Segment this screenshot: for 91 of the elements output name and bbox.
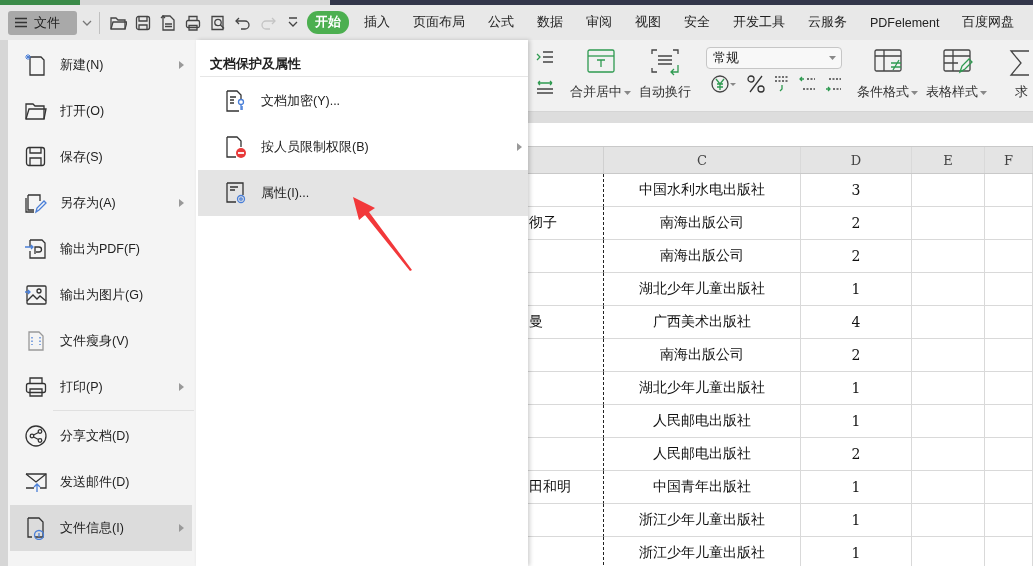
- ribbon-tab[interactable]: PDFelement: [862, 12, 948, 33]
- table-cell: [985, 339, 1033, 372]
- menu-item[interactable]: 文档加密(Y)...: [198, 78, 528, 124]
- ribbon-button[interactable]: 合并居中: [567, 40, 634, 101]
- menu-item[interactable]: 文件信息(I): [10, 505, 192, 551]
- menu-item[interactable]: 按人员限制权限(B): [198, 124, 528, 170]
- save-icon[interactable]: [133, 13, 152, 32]
- menu-item[interactable]: 输出为PDF(F): [10, 226, 192, 272]
- table-cell: [985, 405, 1033, 438]
- ribbon-tab[interactable]: 云服务: [800, 11, 855, 34]
- print-icon: [24, 375, 48, 399]
- ribbon-tab[interactable]: 数据: [529, 11, 571, 34]
- save-as-icon: [24, 191, 48, 215]
- table-cell: [985, 273, 1033, 306]
- table-cell: 1: [801, 405, 912, 438]
- menu-item[interactable]: 保存(S): [10, 134, 192, 180]
- table-cell: 2: [801, 339, 912, 372]
- table-cell: [985, 207, 1033, 240]
- table-cell: 南海出版公司: [604, 339, 801, 372]
- table-cell: 2: [801, 207, 912, 240]
- table-cell: 人民邮电出版社: [604, 438, 801, 471]
- save-icon: [24, 145, 48, 169]
- ribbon-tab[interactable]: 视图: [627, 11, 669, 34]
- menu-item[interactable]: 文件瘦身(V): [10, 318, 192, 364]
- menu-item[interactable]: 发送邮件(D): [10, 459, 192, 505]
- ribbon-tab[interactable]: 审阅: [578, 11, 620, 34]
- table-cell: 南海出版公司: [604, 240, 801, 273]
- menu-item[interactable]: 打开(O): [10, 88, 192, 134]
- table-cell: 1: [801, 471, 912, 504]
- menu-item[interactable]: 属性(I)...: [198, 170, 528, 216]
- caret-icon: [829, 56, 836, 60]
- table-cell: 1: [801, 504, 912, 537]
- menu-item[interactable]: 输出为图片(G): [10, 272, 192, 318]
- ribbon-tab[interactable]: 开发工具: [725, 11, 793, 34]
- menu-icon: [14, 17, 28, 28]
- increase-indent-icon[interactable]: [535, 49, 555, 65]
- ribbon-tab[interactable]: 页面布局: [405, 11, 473, 34]
- ribbon-button[interactable]: 求: [1002, 40, 1033, 101]
- table-cell: 湖北少年儿童出版社: [604, 273, 801, 306]
- table-cell: [985, 438, 1033, 471]
- table-cell: 中国青年出版社: [604, 471, 801, 504]
- ribbon-button[interactable]: 表格样式: [923, 40, 990, 101]
- share-icon: [24, 424, 48, 448]
- table-cell: [985, 306, 1033, 339]
- ribbon-tab[interactable]: 插入: [356, 11, 398, 34]
- table-cell: 4: [801, 306, 912, 339]
- table-cell: 浙江少年儿童出版社: [604, 537, 801, 566]
- column-header[interactable]: F: [985, 147, 1033, 173]
- table-cell: 1: [801, 537, 912, 566]
- ribbon-button[interactable]: 条件格式: [854, 40, 921, 101]
- table-cell: 1: [801, 372, 912, 405]
- percent-icon[interactable]: [746, 74, 766, 94]
- table-cell: 2: [801, 240, 912, 273]
- table-cell: 广西美术出版社: [604, 306, 801, 339]
- file-settings-icon: [224, 181, 248, 205]
- number-format-dropdown[interactable]: 常规: [706, 47, 842, 69]
- table-cell: [985, 240, 1033, 273]
- table-cell: 3: [801, 174, 912, 207]
- table-cell: 2: [801, 438, 912, 471]
- print-preview-icon[interactable]: [208, 13, 227, 32]
- export-icon: [24, 237, 48, 261]
- table-cell: [985, 504, 1033, 537]
- table-cell: 南海出版公司: [604, 207, 801, 240]
- mail-icon: [24, 470, 48, 494]
- table-cell: 中国水利水电出版社: [604, 174, 801, 207]
- table-cell: 湖北少年儿童出版社: [604, 372, 801, 405]
- table-cell: [985, 372, 1033, 405]
- table-cell: 1: [801, 273, 912, 306]
- table-cell: 浙江少年儿童出版社: [604, 504, 801, 537]
- menu-item[interactable]: 分享文档(D): [10, 413, 192, 459]
- image-icon: [24, 283, 48, 307]
- ribbon-button[interactable]: 自动换行: [636, 40, 694, 101]
- restricted-file-icon: [224, 135, 248, 159]
- print-icon[interactable]: [183, 13, 202, 32]
- distribute-icon[interactable]: [535, 79, 555, 95]
- menu-item[interactable]: 另存为(A): [10, 180, 192, 226]
- menu-item[interactable]: 打印(P): [10, 364, 192, 410]
- caret-icon[interactable]: [81, 18, 93, 27]
- column-header[interactable]: D: [801, 147, 912, 173]
- column-header[interactable]: E: [912, 147, 985, 173]
- ribbon-tab[interactable]: 安全: [676, 11, 718, 34]
- submenu-title: 文档保护及属性: [209, 56, 301, 73]
- table-cell: 人民邮电出版社: [604, 405, 801, 438]
- table-cell: [985, 471, 1033, 504]
- column-header[interactable]: C: [604, 147, 801, 173]
- ribbon-tab[interactable]: 百度网盘: [954, 11, 1023, 34]
- new-file-icon: [24, 53, 48, 77]
- ribbon-tab[interactable]: 公式: [480, 11, 522, 34]
- menu-item[interactable]: 新建(N): [10, 42, 192, 88]
- wrap-text-icon: [649, 47, 681, 77]
- file-menu-button[interactable]: 文件: [8, 10, 77, 35]
